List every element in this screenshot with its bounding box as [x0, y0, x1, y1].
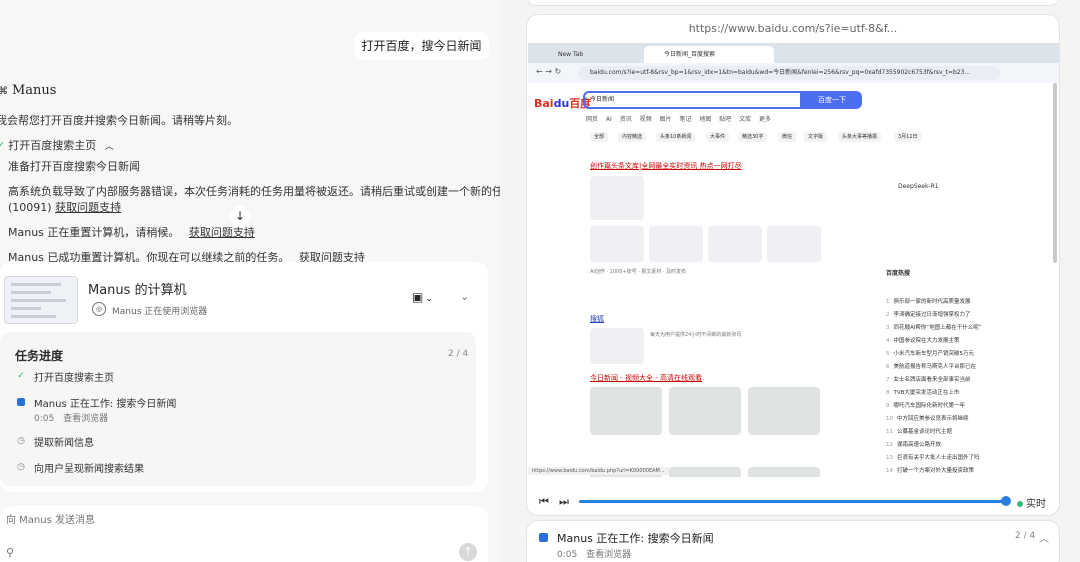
chip[interactable]: 头条大事等播报 [838, 132, 882, 142]
bottom-status-card[interactable]: Manus 正在工作: 搜索今日新闻 0:05 查看浏览器 2 / 4 ︿ [526, 520, 1060, 562]
computer-card-subtitle: Manus 正在使用浏览器 [112, 307, 208, 317]
assistant-brand: ⌘ Manus [0, 83, 57, 98]
hot-item[interactable]: 李涛确定接过日渐增强掌权力了 [894, 312, 971, 318]
task-progress-title: 任务进度 [15, 349, 64, 363]
check-icon: ✓ [0, 139, 6, 152]
hot-search-title: 百度热搜 [886, 270, 911, 277]
reset-support-link[interactable]: 获取问题支持 [189, 226, 255, 239]
task-item: 向用户呈现新闻搜索结果 [34, 464, 144, 475]
hot-item[interactable]: TVB大厦突发活动正在上市 [894, 390, 960, 396]
monitor-icon[interactable]: ▣ ⌄ [412, 290, 433, 304]
send-button[interactable]: ↑ [459, 543, 477, 561]
user-message: 打开百度，搜今日新闻 [354, 32, 489, 60]
manus-logo-icon: ⌘ [0, 86, 8, 97]
chevron-up-icon[interactable]: ︿ [1039, 530, 1049, 545]
hot-item[interactable]: 女士名牌店面看来全部事实当前 [894, 377, 971, 383]
task-item-active: Manus 正在工作: 搜索今日新闻 [34, 399, 177, 410]
address-bar[interactable]: baidu.com/s?ie=utf-8&rsv_bp=1&rsv_idx=1&… [578, 66, 1000, 80]
browser-screenshot[interactable]: New Tab 今日新闻_百度搜索 ← → ↻ baidu.com/s?ie=u… [528, 43, 1059, 477]
chevron-up-icon[interactable]: ︿ [105, 142, 114, 152]
task-done-check-icon: ✓ [17, 371, 25, 381]
message-input[interactable] [4, 514, 468, 527]
hot-item[interactable]: 哪吒汽车国际化新时代第一年 [894, 403, 966, 409]
result-title[interactable]: 搜狐 [590, 314, 604, 324]
support-link[interactable]: 获取问题支持 [55, 201, 121, 214]
error-code-line: (10091) 获取问题支持 [8, 199, 121, 215]
arrow-down-icon: ↓ [234, 209, 246, 223]
assistant-intro: 我会帮您打开百度并搜索今日新闻。请稍等片刻。 [0, 114, 238, 127]
task-pending-clock-icon: ◷ [17, 436, 25, 446]
chip[interactable]: 内容精选 [618, 132, 647, 142]
paperclip-icon[interactable]: ⚲ [6, 546, 14, 559]
chip[interactable]: 精选30字 [738, 132, 768, 142]
task-pending-clock-icon: ◷ [17, 462, 25, 472]
baidu-search-input[interactable]: 今日新闻 [583, 91, 802, 109]
task-active-icon [17, 398, 25, 406]
browser-panel: https://www.baidu.com/s?ie=utf-8&f... Ne… [512, 0, 1080, 562]
skip-forward-icon[interactable]: ⏭ [559, 495, 569, 509]
arrow-up-icon: ↑ [463, 545, 473, 558]
hot-item[interactable]: 中方回应美参议员表示将继续 [897, 416, 969, 422]
previous-card-edge [526, 0, 1060, 6]
bottom-status-sub[interactable]: 0:05 查看浏览器 [557, 547, 631, 560]
compass-icon: ◎ [92, 302, 106, 316]
chip[interactable]: 全部 [590, 132, 609, 142]
bottom-status-text: Manus 正在工作: 搜索今日新闻 [557, 532, 714, 545]
tab-bar: New Tab 今日新闻_百度搜索 [528, 43, 1059, 63]
task-item: 打开百度搜索主页 [34, 373, 114, 384]
bottom-status-count: 2 / 4 [1015, 531, 1036, 541]
live-toggle[interactable]: 实时 [1017, 495, 1046, 510]
working-icon [539, 533, 548, 542]
hot-item[interactable]: 湖南高速公路开放 [897, 442, 941, 448]
page-scrollbar[interactable] [1053, 83, 1057, 263]
status-url: https://www.baidu.com/baidu.php?url=K000… [528, 467, 669, 475]
result-title[interactable]: 创作篇头条文库|全网最全实时资讯 热点一网打尽 [590, 161, 742, 171]
composer: ⚲ ↑ [0, 506, 488, 562]
chip[interactable]: 大事件 [706, 132, 730, 142]
live-dot-icon [1017, 501, 1023, 507]
tab-baidu[interactable]: 今日新闻_百度搜索 [644, 46, 774, 63]
chat-panel: 打开百度，搜今日新闻 ⌘ Manus 我会帮您打开百度并搜索今日新闻。请稍等片刻。… [0, 0, 500, 562]
hot-item[interactable]: 俱乐部一家的新时代高质量发展 [894, 299, 971, 305]
hot-item[interactable]: 小米汽车新车型月产销突破5万元 [894, 351, 975, 357]
skip-back-icon[interactable]: ⏮ [539, 495, 549, 509]
chevron-down-icon: ⌄ [425, 294, 433, 304]
hot-item[interactable]: 美航道报告称马斯克人平台那已在 [894, 364, 977, 370]
hot-item[interactable]: 巨浪有关乎大批人士走出国外了吗 [897, 455, 980, 461]
scroll-down-button[interactable]: ↓ [230, 206, 250, 226]
step-detail: 准备打开百度搜索今日新闻 [8, 160, 140, 173]
baidu-search-button[interactable]: 百度一下 [802, 91, 862, 109]
playback-bar: ⏮ ⏭ 实时 [527, 490, 1059, 515]
browser-viewer: https://www.baidu.com/s?ie=utf-8&f... Ne… [526, 14, 1060, 516]
chip[interactable]: 文字版 [804, 132, 828, 142]
hot-item[interactable]: 中国参议院在大力发展主策 [894, 338, 960, 344]
hot-item[interactable]: 同花顺AI帮你“地图上都在干什么呢” [894, 325, 982, 331]
task-progress-count: 2 / 4 [448, 349, 469, 359]
address-row: ← → ↻ baidu.com/s?ie=utf-8&rsv_bp=1&rsv_… [528, 63, 1059, 83]
nav-arrows-icon[interactable]: ← → ↻ [536, 67, 561, 76]
collapse-chevron-icon[interactable]: ⌄ [460, 290, 469, 303]
chip[interactable]: 3月11日 [894, 132, 922, 142]
playback-knob[interactable] [1001, 496, 1011, 506]
computer-thumbnail[interactable] [4, 276, 78, 324]
task-active-sub[interactable]: 0:05 查看浏览器 [34, 411, 108, 424]
error-message: 高系统负载导致了内部服务器错误，本次任务消耗的任务用量将被返还。请稍后重试或创建… [8, 185, 500, 198]
browser-url: https://www.baidu.com/s?ie=utf-8&f... [688, 22, 898, 35]
step-header[interactable]: ✓ 打开百度搜索主页 ︿ [0, 137, 114, 153]
task-item: 提取新闻信息 [34, 438, 94, 449]
reset-message: Manus 正在重置计算机，请稍候。 获取问题支持 [8, 226, 255, 239]
chip[interactable]: 头条10条新闻 [656, 132, 696, 142]
hot-item[interactable]: 公募基金谈论时代主题 [897, 429, 952, 435]
computer-card-title: Manus 的计算机 [88, 283, 187, 298]
playback-track[interactable] [579, 500, 1005, 503]
chip[interactable]: 微信 [778, 132, 797, 142]
result-title[interactable]: 今日新闻 - 视频大全 - 高清在线观看 [590, 373, 702, 383]
hot-item[interactable]: 打破一个方案对外大量投资政策 [897, 468, 974, 474]
side-card-title[interactable]: DeepSeek-R1 [898, 183, 939, 190]
baidu-nav[interactable]: 网页 AI 资讯 视频 图片 笔记 地图 贴吧 文库 更多 [586, 114, 771, 123]
error-code: (10091) [8, 201, 52, 214]
